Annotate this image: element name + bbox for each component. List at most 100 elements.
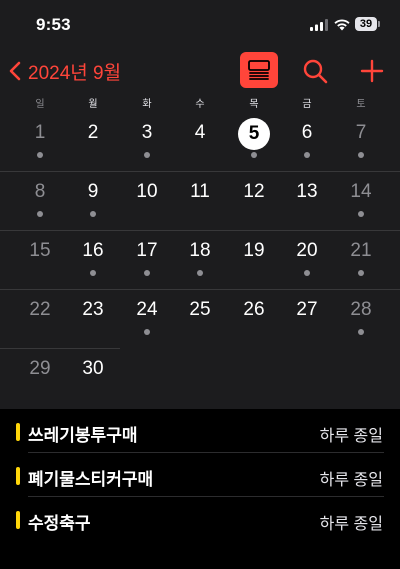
calendar-day[interactable]: 29 <box>20 348 60 388</box>
battery-indicator: 39 <box>355 17 380 31</box>
day-number: 26 <box>243 299 265 320</box>
calendar-day[interactable]: 15 <box>20 230 60 270</box>
wifi-icon <box>334 19 350 31</box>
day-number: 1 <box>34 122 46 143</box>
calendar-color-bar <box>16 511 20 529</box>
day-number: 10 <box>136 181 158 202</box>
back-to-year-button[interactable]: 2024년 9월 <box>8 58 121 84</box>
calendar-day[interactable]: 30 <box>73 348 113 388</box>
cellular-signal-icon <box>310 19 328 31</box>
day-number: 13 <box>296 181 318 202</box>
event-row[interactable]: 폐기물스티커구매 하루 종일 <box>0 453 400 497</box>
event-indicator-dot <box>304 270 310 276</box>
event-indicator-dot <box>358 270 364 276</box>
status-time: 9:53 <box>36 15 71 34</box>
calendar-color-bar <box>16 423 20 441</box>
event-indicator-dot <box>251 152 257 158</box>
event-indicator-dot <box>37 152 43 158</box>
calendar-day[interactable]: 17 <box>127 230 167 276</box>
battery-level: 39 <box>355 17 377 31</box>
event-indicator-dot <box>90 270 96 276</box>
month-title: 2024년 9월 <box>28 62 122 84</box>
list-view-toggle-button[interactable] <box>240 52 278 88</box>
event-time: 하루 종일 <box>319 516 383 533</box>
calendar-day[interactable]: 14 <box>341 171 381 217</box>
day-number: 9 <box>87 181 99 202</box>
event-time: 하루 종일 <box>319 428 383 445</box>
event-indicator-dot <box>304 152 310 158</box>
day-number: 27 <box>296 299 318 320</box>
calendar-day[interactable]: 11 <box>180 171 220 211</box>
event-row[interactable]: 쓰레기봉투구매 하루 종일 <box>0 409 400 453</box>
day-number: 18 <box>189 240 211 261</box>
calendar-day[interactable]: 10 <box>127 171 167 211</box>
calendar-nav-bar: 2024년 9월 <box>0 50 400 92</box>
event-indicator-dot <box>358 211 364 217</box>
event-indicator-dot <box>144 152 150 158</box>
event-indicator-dot <box>358 152 364 158</box>
weekday-header: 일월화수목금토 <box>0 92 400 113</box>
event-list: 쓰레기봉투구매 하루 종일 폐기물스티커구매 하루 종일 수정축구 하루 종일 <box>0 409 400 569</box>
calendar-day[interactable]: 9 <box>73 171 113 217</box>
calendar-day[interactable]: 2 <box>73 112 113 152</box>
search-icon[interactable] <box>302 58 328 84</box>
event-indicator-dot <box>197 270 203 276</box>
calendar-day[interactable]: 1 <box>20 112 60 158</box>
day-number: 6 <box>301 122 313 143</box>
day-number: 21 <box>350 240 372 261</box>
calendar-day[interactable]: 4 <box>180 112 220 152</box>
status-bar: 9:53 39 <box>0 0 400 50</box>
day-number: 22 <box>29 299 51 320</box>
day-number: 2 <box>87 122 99 143</box>
calendar-day[interactable]: 27 <box>287 289 327 329</box>
event-title: 쓰레기봉투구매 <box>28 426 138 445</box>
calendar-day[interactable]: 20 <box>287 230 327 276</box>
calendar-day[interactable]: 25 <box>180 289 220 329</box>
day-number: 28 <box>350 299 372 320</box>
event-time: 하루 종일 <box>319 472 383 489</box>
calendar-day[interactable]: 18 <box>180 230 220 276</box>
calendar-day[interactable]: 5 <box>234 112 274 158</box>
list-view-icon <box>248 60 270 80</box>
weekday-label: 금 <box>302 99 312 110</box>
weekday-label: 화 <box>142 99 152 110</box>
calendar-day[interactable]: 7 <box>341 112 381 158</box>
day-number: 16 <box>82 240 104 261</box>
month-grid: 1 2 3 4 5 6 7 8 9 10 11 12 13 14 15 16 17 18 19 20 21 22 23 24 2… <box>0 112 400 409</box>
day-number: 19 <box>243 240 265 261</box>
weekday-label: 토 <box>356 99 366 110</box>
event-indicator-dot <box>144 329 150 335</box>
day-number: 14 <box>350 181 372 202</box>
event-row[interactable]: 수정축구 하루 종일 <box>0 497 400 541</box>
calendar-day[interactable]: 12 <box>234 171 274 211</box>
weekday-label: 일 <box>35 99 45 110</box>
event-title: 폐기물스티커구매 <box>28 470 154 489</box>
calendar-day[interactable]: 24 <box>127 289 167 335</box>
day-number: 20 <box>296 240 318 261</box>
day-number: 11 <box>190 181 210 202</box>
day-number: 8 <box>34 181 46 202</box>
calendar-color-bar <box>16 467 20 485</box>
calendar-day[interactable]: 21 <box>341 230 381 276</box>
calendar-day[interactable]: 26 <box>234 289 274 329</box>
calendar-day[interactable]: 23 <box>73 289 113 329</box>
calendar-day[interactable]: 3 <box>127 112 167 158</box>
add-event-icon[interactable] <box>360 58 384 84</box>
weekday-label: 수 <box>195 99 205 110</box>
event-indicator-dot <box>144 270 150 276</box>
calendar-day[interactable]: 28 <box>341 289 381 335</box>
battery-tip <box>378 21 380 27</box>
calendar-day[interactable]: 8 <box>20 171 60 217</box>
calendar-day[interactable]: 13 <box>287 171 327 211</box>
calendar-day[interactable]: 16 <box>73 230 113 276</box>
day-number: 3 <box>141 122 153 143</box>
day-number: 17 <box>136 240 158 261</box>
calendar-day[interactable]: 19 <box>234 230 274 270</box>
calendar-day[interactable]: 6 <box>287 112 327 158</box>
event-indicator-dot <box>37 211 43 217</box>
day-number: 7 <box>355 122 367 143</box>
event-indicator-dot <box>358 329 364 335</box>
day-number: 24 <box>136 299 158 320</box>
calendar-day[interactable]: 22 <box>20 289 60 329</box>
chevron-left-icon <box>9 61 21 81</box>
